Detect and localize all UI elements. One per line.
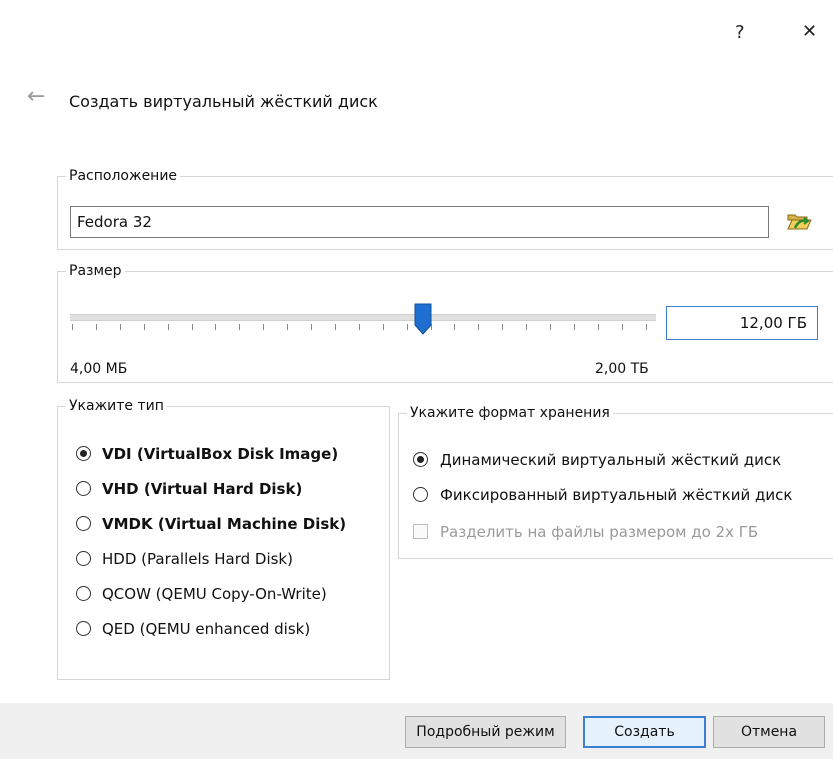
slider-tick [502,324,504,330]
disk-type-label[interactable]: VHD (Virtual Hard Disk) [102,480,302,498]
slider-tick [167,324,169,330]
type-legend: Укажите тип [66,398,167,414]
size-max-label: 2,00 ТБ [595,361,649,377]
split-files-label: Разделить на файлы размером до 2х ГБ [440,523,759,541]
slider-tick [72,324,73,330]
help-button[interactable]: ? [735,22,745,43]
slider-tick [334,324,336,330]
slider-tick [143,324,145,330]
create-button[interactable]: Создать [583,716,706,748]
disk-type-radio[interactable] [76,446,91,461]
disk-type-label[interactable]: QCOW (QEMU Copy-On-Write) [102,585,327,603]
size-legend: Размер [66,263,125,279]
size-min-label: 4,00 МБ [70,361,128,377]
disk-type-radio[interactable] [76,586,91,601]
disk-type-radio[interactable] [76,551,91,566]
location-input[interactable]: Fedora 32 [70,206,769,238]
disk-type-radio[interactable] [76,481,91,496]
back-arrow-icon[interactable]: ← [27,84,45,109]
disk-type-label[interactable]: HDD (Parallels Hard Disk) [102,550,293,568]
disk-type-radio[interactable] [76,516,91,531]
disk-type-label[interactable]: VDI (VirtualBox Disk Image) [102,445,338,463]
size-slider-track[interactable] [70,314,656,321]
slider-tick [406,324,408,330]
slider-tick [358,324,360,330]
disk-type-label[interactable]: QED (QEMU enhanced disk) [102,620,310,638]
storage-format-label[interactable]: Фиксированный виртуальный жёсткий диск [440,486,792,504]
storage-format-radio[interactable] [413,452,428,467]
slider-tick [263,324,265,330]
storage-format-label[interactable]: Динамический виртуальный жёсткий диск [440,451,781,469]
slider-tick [597,324,599,330]
slider-tick [621,324,623,330]
cancel-button[interactable]: Отмена [713,716,825,748]
split-files-checkbox[interactable] [413,524,428,539]
size-slider-thumb[interactable] [414,303,432,335]
disk-type-radio[interactable] [76,621,91,636]
slider-tick [454,324,456,330]
slider-tick [191,324,193,330]
slider-tick [311,324,312,330]
storage-legend: Укажите формат хранения [407,405,613,421]
page-title: Создать виртуальный жёсткий диск [69,92,378,111]
slider-tick [645,324,647,330]
slider-tick [215,324,217,330]
slider-tick [526,324,528,330]
close-icon[interactable]: ✕ [802,21,817,42]
slider-tick [239,324,241,330]
slider-tick [287,324,289,330]
slider-tick [95,324,97,330]
storage-format-radio[interactable] [413,487,428,502]
location-legend: Расположение [66,168,181,184]
size-input[interactable]: 12,00 ГБ [666,306,818,340]
slider-tick [119,324,121,330]
slider-tick [550,324,551,330]
slider-tick [382,324,384,330]
expert-mode-button[interactable]: Подробный режим [405,716,566,748]
folder-open-icon[interactable] [786,209,812,233]
slider-tick [573,324,575,330]
disk-type-label[interactable]: VMDK (Virtual Machine Disk) [102,515,346,533]
slider-tick [478,324,480,330]
